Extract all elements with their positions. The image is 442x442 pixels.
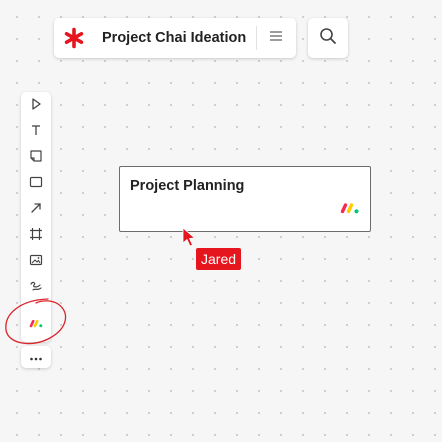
collaborator-name-tag: Jared: [196, 248, 242, 270]
asterisk-logo-icon[interactable]: [54, 18, 94, 58]
monday-logo-icon: [340, 201, 360, 219]
connector-tool[interactable]: [21, 198, 51, 222]
tool-palette: [21, 92, 51, 342]
search-icon: [319, 27, 337, 50]
board-title[interactable]: Project Chai Ideation: [102, 30, 246, 46]
frame-tool[interactable]: [21, 224, 51, 248]
hamburger-menu-icon: [269, 29, 283, 47]
text-tool[interactable]: [21, 120, 51, 144]
monday-app-tool[interactable]: [21, 312, 51, 336]
pen-tool[interactable]: [21, 276, 51, 300]
project-card[interactable]: Project Planning: [119, 166, 371, 232]
image-tool[interactable]: [21, 250, 51, 274]
pointer-arrow-icon: [29, 97, 43, 116]
card-title: Project Planning: [130, 178, 245, 194]
shape-tool[interactable]: [21, 172, 51, 196]
text-icon: [29, 123, 43, 142]
menu-button[interactable]: [256, 18, 296, 58]
board-header: Project Chai Ideation: [54, 18, 296, 58]
more-dots-icon: [29, 348, 43, 366]
pen-icon: [29, 279, 43, 298]
more-tools-button[interactable]: [21, 346, 51, 368]
select-tool[interactable]: [21, 94, 51, 118]
collaborator-cursor-icon: [182, 227, 195, 247]
sticky-note-icon: [29, 149, 43, 168]
frame-icon: [29, 227, 43, 246]
arrow-icon: [29, 201, 43, 220]
search-button[interactable]: [308, 18, 348, 58]
sticky-note-tool[interactable]: [21, 146, 51, 170]
image-icon: [29, 253, 43, 272]
monday-logo-icon: [29, 315, 43, 333]
rectangle-icon: [29, 175, 43, 194]
